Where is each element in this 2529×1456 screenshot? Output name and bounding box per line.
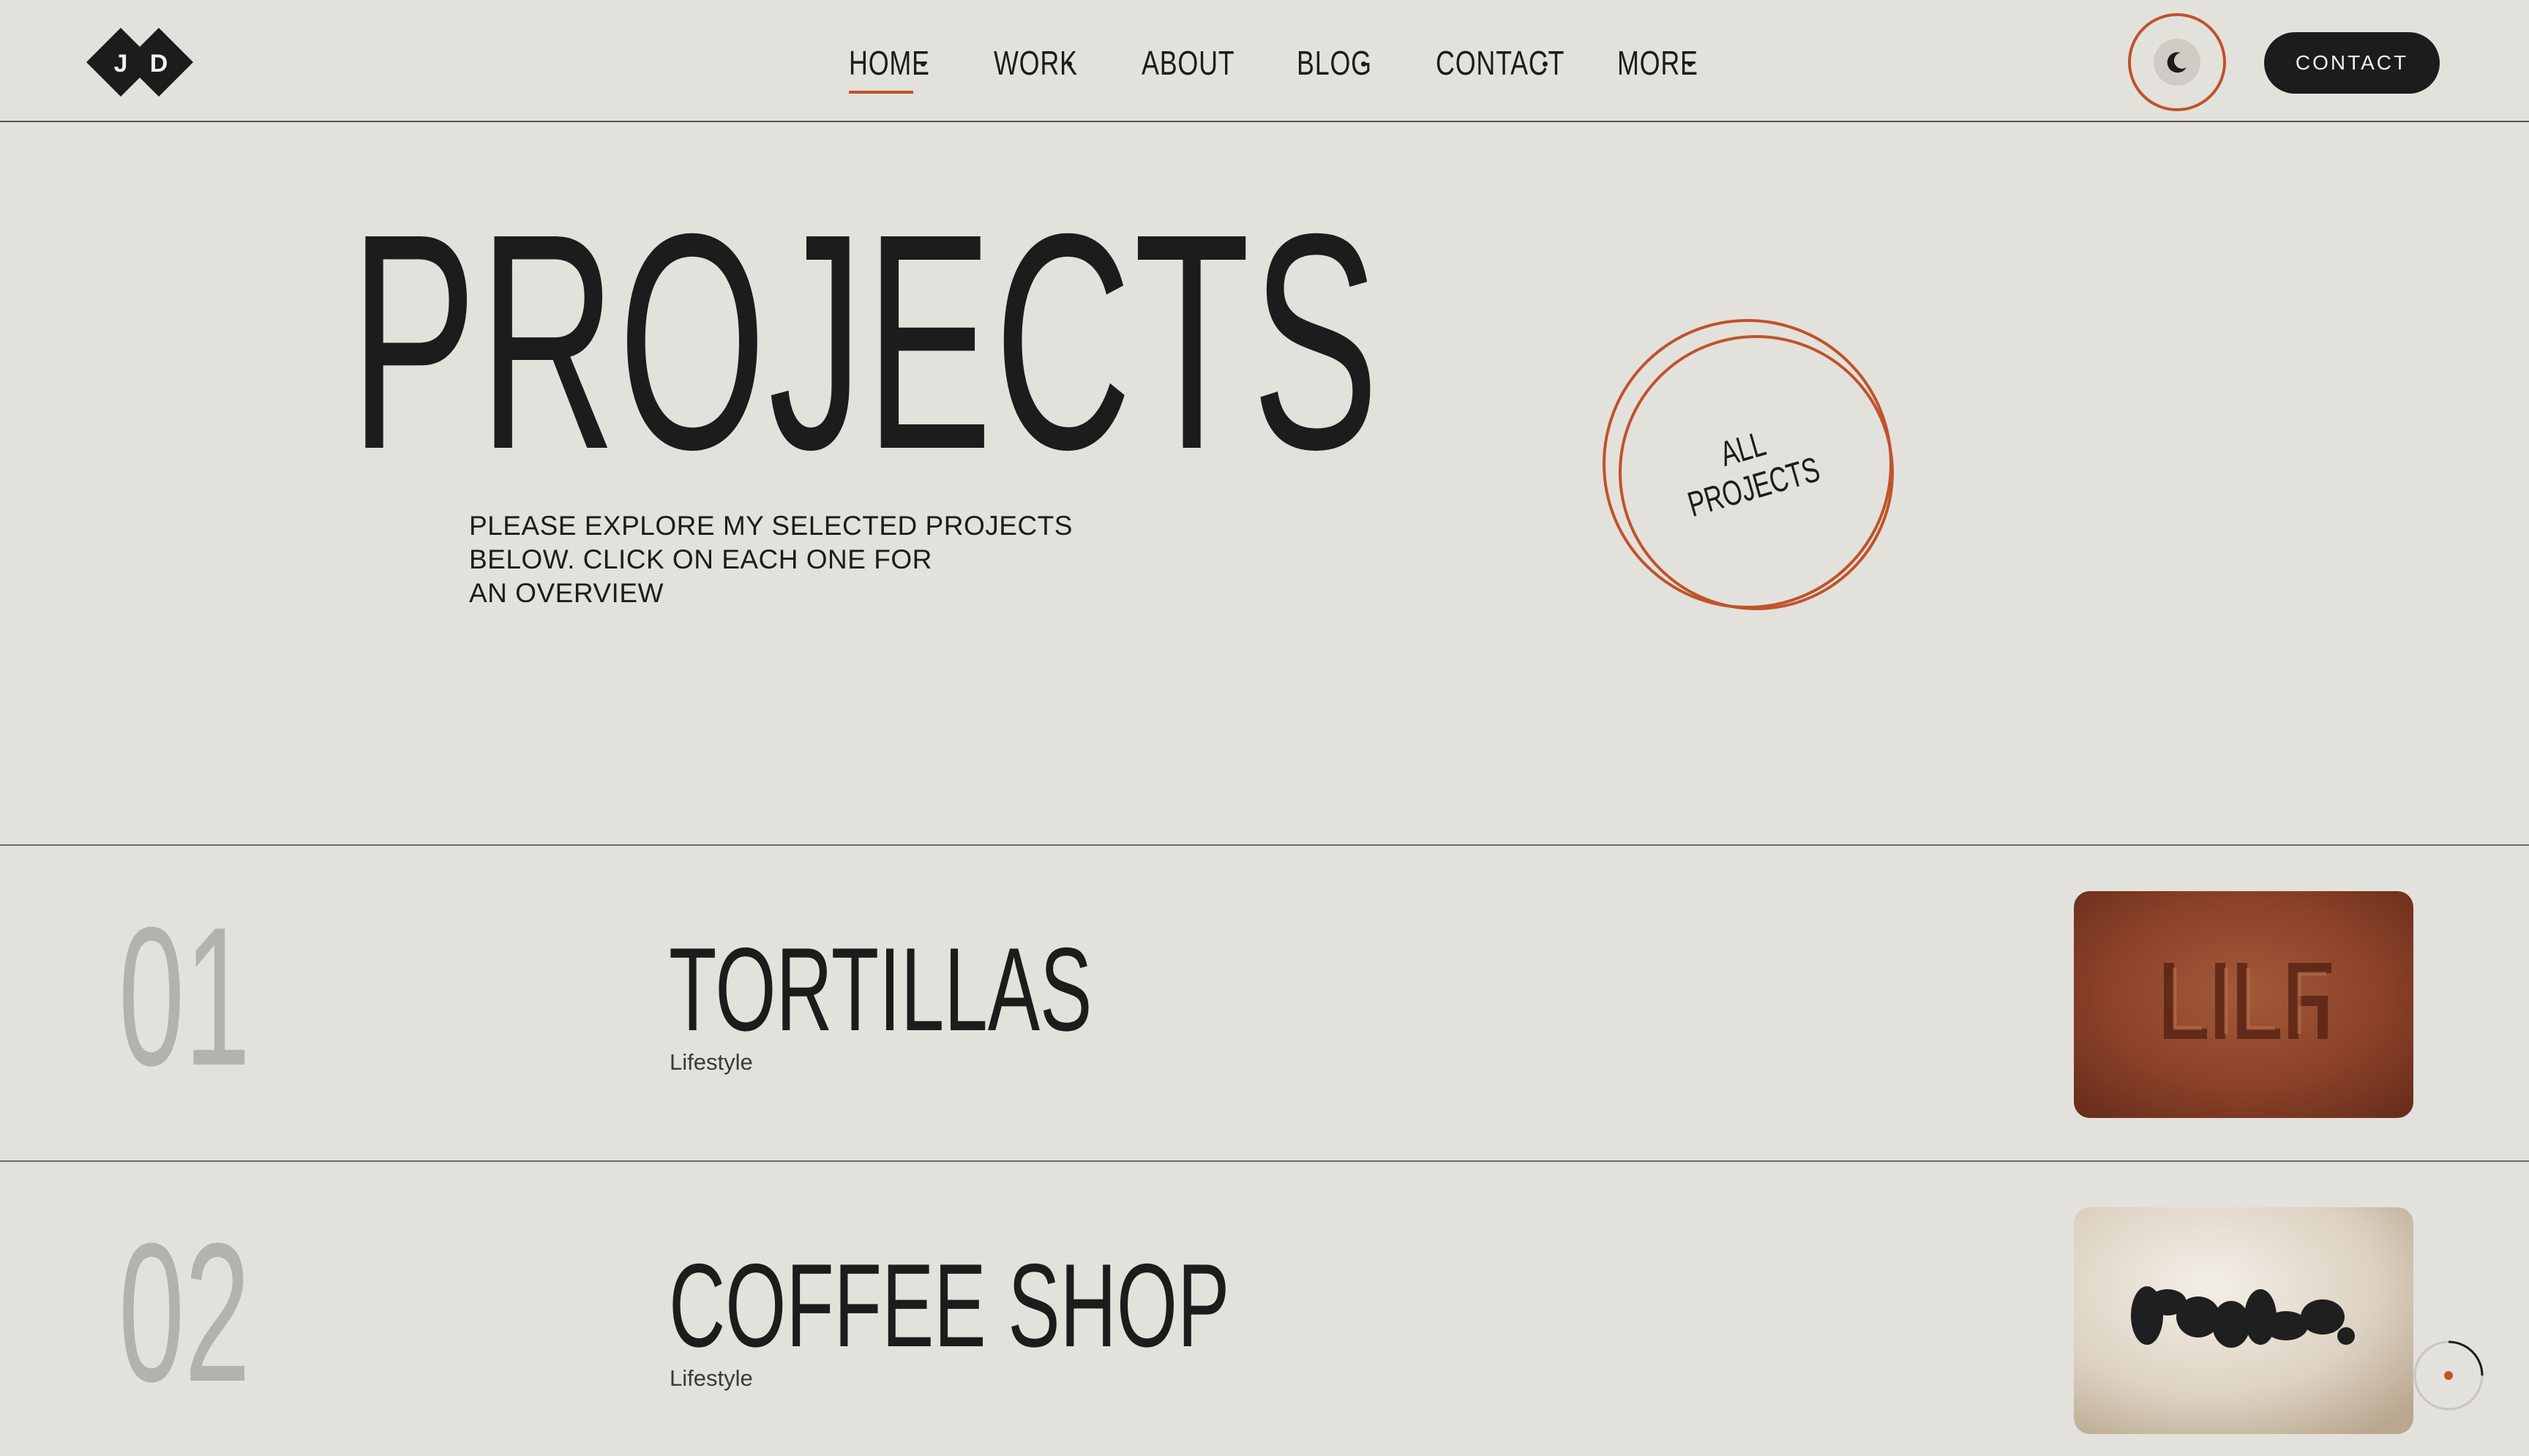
nav-label: MORE: [1617, 44, 1698, 82]
nav-item-more[interactable]: MORE: [1617, 41, 1698, 85]
dropdown-dot-icon: [1067, 61, 1072, 67]
theme-toggle-button[interactable]: [2128, 13, 2226, 111]
nav-label: ABOUT: [1142, 44, 1235, 82]
moon-icon: [2167, 52, 2187, 73]
hero-description: PLEASE EXPLORE MY SELECTED PROJECTS BELO…: [469, 509, 1073, 610]
hero-description-line: AN OVERVIEW: [469, 578, 664, 608]
page: J D HOME WORK ABOUT BLOG CONTACT MORE CO…: [0, 0, 2529, 1456]
project-category: Lifestyle: [670, 1049, 753, 1075]
project-title: TORTILLAS: [669, 923, 1093, 1056]
hero-description-line: PLEASE EXPLORE MY SELECTED PROJECTS: [469, 511, 1073, 541]
project-number: 01: [119, 887, 251, 1107]
project-thumbnail[interactable]: [2074, 891, 2413, 1118]
project-thumbnail-image: [2074, 891, 2413, 1118]
project-row[interactable]: 01 TORTILLAS Lifestyle: [0, 846, 2529, 1160]
main-nav: HOME WORK ABOUT BLOG CONTACT MORE: [849, 41, 1698, 94]
nav-item-home[interactable]: HOME: [849, 41, 937, 94]
nav-item-work[interactable]: WORK: [994, 41, 1083, 85]
all-projects-button[interactable]: ALL PROJECTS: [1597, 316, 1904, 623]
nav-item-blog[interactable]: BLOG: [1297, 41, 1373, 85]
logo[interactable]: J D: [86, 28, 193, 97]
contact-button[interactable]: CONTACT: [2264, 32, 2440, 94]
project-thumbnail-image: [2074, 1207, 2413, 1434]
site-header: J D HOME WORK ABOUT BLOG CONTACT MORE CO…: [0, 0, 2529, 122]
nav-item-about[interactable]: ABOUT: [1142, 41, 1234, 85]
dropdown-dot-icon: [1361, 61, 1366, 67]
nav-label: WORK: [994, 44, 1078, 82]
logo-letter-d: D: [150, 50, 168, 78]
project-category: Lifestyle: [670, 1365, 753, 1391]
project-thumbnail[interactable]: [2074, 1207, 2413, 1434]
dropdown-dot-icon: [1543, 61, 1548, 67]
project-row[interactable]: 02 COFFEE SHOP Lifestyle: [0, 1162, 2529, 1456]
dropdown-dot-icon: [1687, 61, 1693, 67]
scroll-progress-indicator[interactable]: [2412, 1339, 2485, 1412]
hero-description-line: BELOW. CLICK ON EACH ONE FOR: [469, 544, 932, 574]
project-title: COFFEE SHOP: [669, 1239, 1230, 1372]
active-underline: [849, 91, 913, 94]
nav-item-contact[interactable]: CONTACT: [1436, 41, 1564, 85]
theme-toggle-inner: [2154, 39, 2200, 86]
page-title: PROJECTS: [350, 170, 1381, 514]
project-number: 02: [119, 1203, 251, 1423]
nav-label: HOME: [849, 44, 930, 82]
logo-letter-j: J: [114, 50, 128, 78]
dropdown-dot-icon: [921, 61, 926, 67]
